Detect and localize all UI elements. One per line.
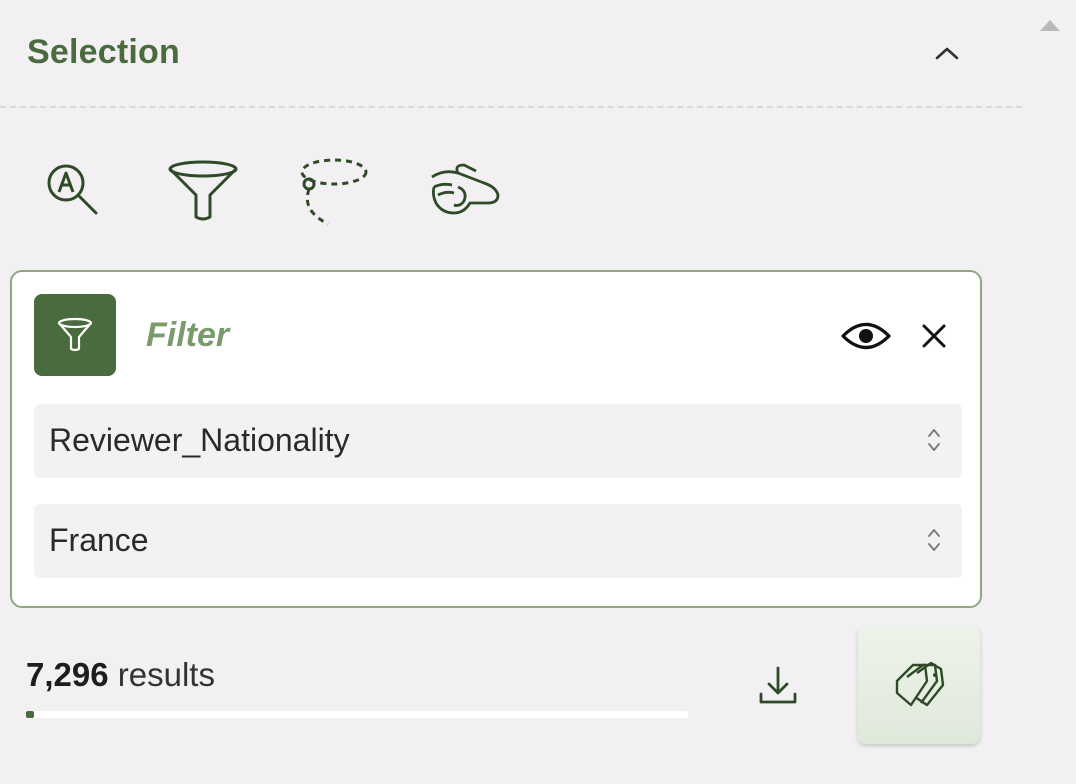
results-progress-fill bbox=[26, 711, 34, 718]
tags-icon bbox=[895, 661, 945, 707]
lasso-icon bbox=[300, 158, 368, 226]
results-text: results bbox=[117, 656, 215, 693]
remove-filter-button[interactable] bbox=[914, 316, 954, 356]
chevron-up-down-icon bbox=[928, 429, 940, 451]
toggle-visibility-button[interactable] bbox=[838, 316, 894, 356]
filter-card: Filter Reviewer_Nationality France bbox=[10, 270, 982, 608]
filter-funnel-icon bbox=[168, 160, 238, 221]
collapse-button[interactable] bbox=[930, 36, 964, 70]
close-icon bbox=[922, 324, 946, 348]
filter-tool[interactable] bbox=[163, 150, 243, 230]
panel-title: Selection bbox=[27, 33, 180, 71]
lasso-tool[interactable] bbox=[292, 150, 372, 230]
hand-pick-tool[interactable] bbox=[424, 150, 504, 230]
filter-field-value: Reviewer_Nationality bbox=[49, 422, 350, 458]
chevron-up-icon bbox=[935, 47, 959, 60]
download-button[interactable] bbox=[748, 656, 808, 716]
filter-title: Filter bbox=[146, 316, 230, 354]
results-progress-bar bbox=[26, 711, 688, 718]
filter-field-select[interactable]: Reviewer_Nationality bbox=[34, 404, 962, 478]
results-count: 7,296 results bbox=[26, 656, 215, 694]
scroll-up-arrow-icon[interactable] bbox=[1040, 20, 1060, 31]
results-number: 7,296 bbox=[26, 656, 109, 693]
chevron-up-down-icon bbox=[928, 529, 940, 551]
hand-pick-icon bbox=[431, 163, 500, 215]
selection-panel: Selection Filter Reviewer_Nationality Fr… bbox=[0, 0, 1076, 784]
text-search-icon bbox=[47, 164, 98, 215]
filter-funnel-icon bbox=[57, 317, 93, 352]
text-search-tool[interactable] bbox=[33, 150, 113, 230]
filter-value-value: France bbox=[49, 522, 149, 558]
tag-selection-button[interactable] bbox=[858, 626, 980, 744]
eye-icon bbox=[841, 322, 891, 350]
download-icon bbox=[759, 666, 797, 704]
section-divider bbox=[0, 106, 1022, 108]
filter-value-select[interactable]: France bbox=[34, 504, 962, 578]
filter-badge bbox=[34, 294, 116, 376]
